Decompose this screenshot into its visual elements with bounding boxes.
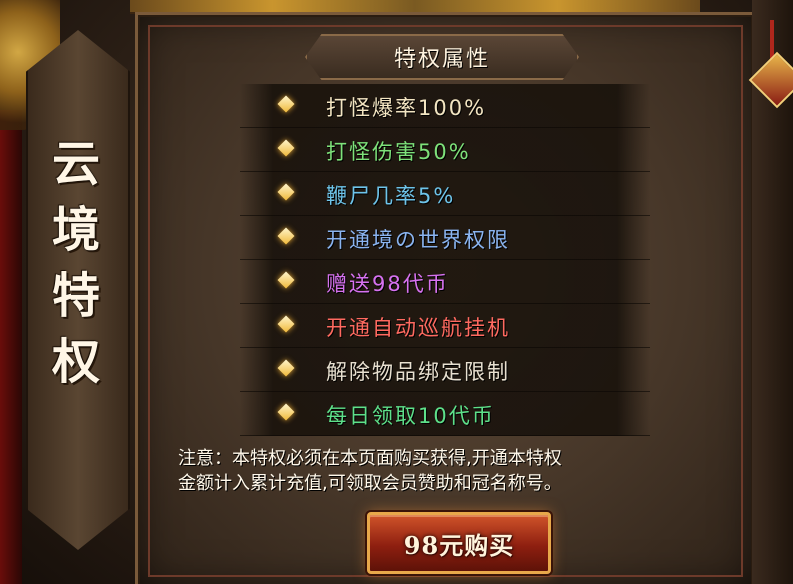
privilege-text: 鞭尸几率5%: [326, 184, 456, 208]
buy-button[interactable]: 98元购买: [367, 512, 551, 574]
diamond-bullet-icon: [277, 271, 295, 289]
privilege-item: 解除物品绑定限制: [240, 348, 650, 392]
privilege-text: 打怪爆率100%: [326, 96, 487, 120]
side-title-char: 特: [51, 268, 100, 324]
buy-button-label: 98元购买: [403, 530, 515, 560]
notice-line: 金额计入累计充值,可领取会员赞助和冠名称号。: [178, 473, 562, 494]
notice-text: 注意：本特权必须在本页面购买获得,开通本特权 金额计入累计充值,可领取会员赞助和…: [178, 446, 738, 496]
privilege-item: 打怪爆率100%: [240, 84, 650, 128]
notice-line: 注意：本特权必须在本页面购买获得,开通本特权: [178, 448, 562, 469]
diamond-bullet-icon: [277, 95, 295, 113]
diamond-bullet-icon: [277, 359, 295, 377]
privilege-list: 打怪爆率100% 打怪伤害50% 鞭尸几率5% 开通境の世界权限 赠送98代币 …: [240, 84, 650, 436]
side-title-char: 境: [51, 202, 100, 258]
diamond-bullet-icon: [277, 403, 295, 421]
section-title: 特权属性: [393, 47, 490, 72]
privilege-item: 开通境の世界权限: [240, 216, 650, 260]
privilege-window: 云 境 特 权 特权属性 打怪爆率100% 打怪伤害50% 鞭尸几率5% 开通境…: [0, 0, 793, 584]
side-title: 云 境 特 权: [26, 140, 126, 386]
privilege-item: 每日领取10代币: [240, 392, 650, 436]
privilege-text: 解除物品绑定限制: [326, 360, 510, 384]
diamond-bullet-icon: [277, 315, 295, 333]
side-title-char: 权: [51, 334, 100, 390]
side-title-char: 云: [51, 136, 100, 192]
privilege-text: 开通自动巡航挂机: [326, 316, 510, 340]
privilege-item: 开通自动巡航挂机: [240, 304, 650, 348]
privilege-item: 鞭尸几率5%: [240, 172, 650, 216]
privilege-item: 打怪伤害50%: [240, 128, 650, 172]
left-red-curtain: [0, 110, 22, 584]
privilege-text: 开通境の世界权限: [326, 228, 510, 252]
diamond-bullet-icon: [277, 139, 295, 157]
privilege-text: 赠送98代币: [326, 272, 449, 296]
diamond-bullet-icon: [277, 183, 295, 201]
privilege-text: 每日领取10代币: [326, 404, 495, 428]
privilege-item: 赠送98代币: [240, 260, 650, 304]
section-header: 特权属性: [305, 34, 579, 80]
privilege-text: 打怪伤害50%: [326, 140, 471, 164]
diamond-bullet-icon: [277, 227, 295, 245]
